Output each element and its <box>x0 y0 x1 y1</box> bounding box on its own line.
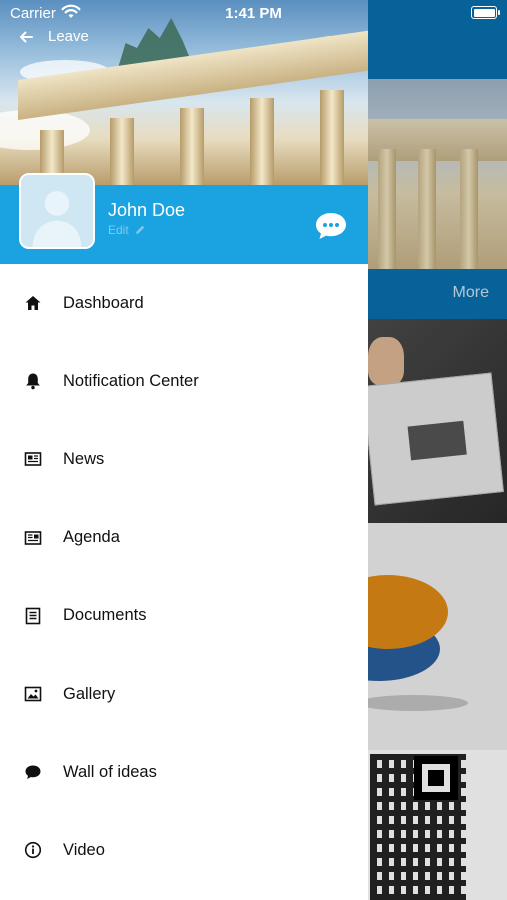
info-icon <box>23 840 43 860</box>
avatar[interactable] <box>19 173 95 249</box>
bell-icon <box>23 371 43 391</box>
menu-label: News <box>63 449 105 468</box>
image-icon <box>23 684 43 704</box>
menu-item-wall-of-ideas[interactable]: Wall of ideas <box>0 733 368 811</box>
side-drawer: Leave John Doe Edit Dashboard Notificati… <box>0 0 368 900</box>
edit-label: Edit <box>108 223 129 237</box>
menu-item-agenda[interactable]: Agenda <box>0 499 368 577</box>
menu-label: Video <box>63 840 105 859</box>
menu-item-notification-center[interactable]: Notification Center <box>0 342 368 420</box>
user-placeholder-icon <box>21 175 93 247</box>
leave-label: Leave <box>48 28 89 45</box>
newspaper-icon <box>23 449 43 469</box>
menu-item-video[interactable]: Video <box>0 811 368 889</box>
user-name: John Doe <box>108 200 186 220</box>
chat-icon[interactable] <box>314 211 348 241</box>
drawer-menu: Dashboard Notification Center News Agend… <box>0 264 368 890</box>
drawer-overlay[interactable] <box>368 0 507 900</box>
agenda-icon <box>23 528 43 548</box>
menu-label: Gallery <box>63 684 116 703</box>
menu-item-gallery[interactable]: Gallery <box>0 655 368 733</box>
battery-icon <box>471 6 500 19</box>
menu-item-documents[interactable]: Documents <box>0 577 368 655</box>
menu-label: Notification Center <box>63 371 199 390</box>
menu-item-news[interactable]: News <box>0 420 368 498</box>
status-bar: Carrier 1:41 PM <box>0 0 507 28</box>
menu-label: Documents <box>63 606 147 625</box>
back-arrow-icon <box>20 31 33 42</box>
menu-label: Wall of ideas <box>63 762 157 781</box>
edit-profile-link[interactable]: Edit <box>108 223 146 237</box>
pencil-icon <box>135 225 144 234</box>
menu-item-dashboard[interactable]: Dashboard <box>0 264 368 342</box>
menu-label: Dashboard <box>63 293 144 312</box>
clock: 1:41 PM <box>225 5 282 22</box>
document-icon <box>23 606 43 626</box>
home-icon <box>23 293 43 313</box>
speech-bubble-icon <box>23 762 43 782</box>
leave-button[interactable]: Leave <box>18 28 89 45</box>
menu-label: Agenda <box>63 528 120 547</box>
